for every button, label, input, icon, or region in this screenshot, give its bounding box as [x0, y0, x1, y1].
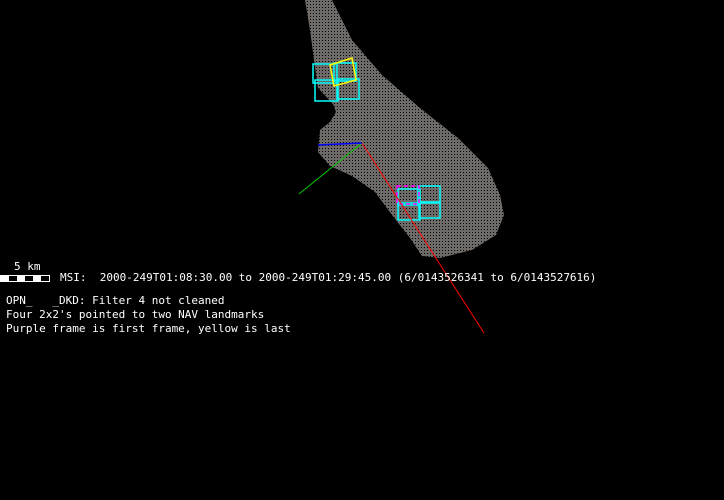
scale-bar	[0, 275, 50, 282]
note-filter: OPN_ _DKD: Filter 4 not cleaned	[6, 294, 225, 307]
asteroid-viewport	[298, 0, 504, 334]
msi-time-range: MSI: 2000-249T01:08:30.00 to 2000-249T01…	[60, 271, 597, 284]
note-frame-colors: Purple frame is first frame, yellow is l…	[6, 322, 291, 335]
scale-bar-label: 5 km	[14, 260, 41, 273]
note-pointing: Four 2x2's pointed to two NAV landmarks	[6, 308, 265, 321]
